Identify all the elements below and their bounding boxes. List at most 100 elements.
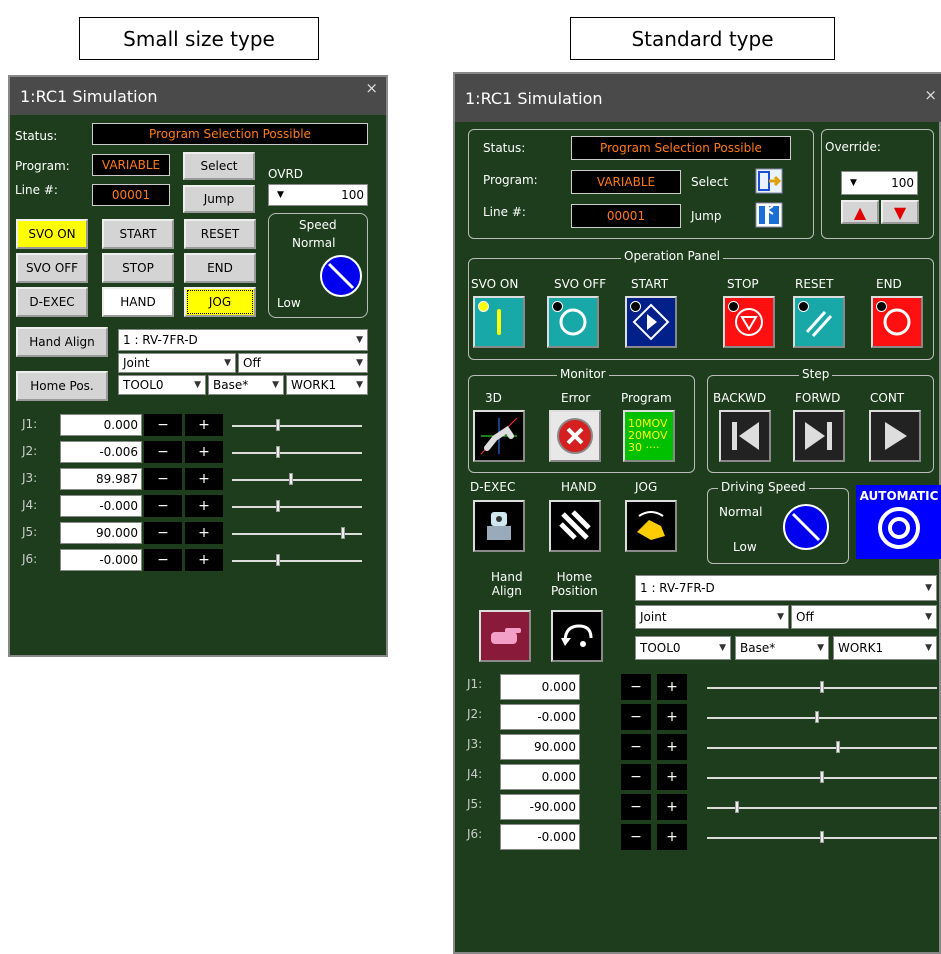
joint-minus-button[interactable]: −: [144, 495, 182, 517]
reset-button[interactable]: [793, 296, 845, 348]
error-monitor-button[interactable]: [549, 410, 601, 462]
joint-slider-track[interactable]: [232, 425, 362, 427]
joint-slider-thumb[interactable]: [275, 446, 280, 458]
svo-off-button[interactable]: SVO OFF: [16, 253, 88, 283]
joint-value[interactable]: -0.006: [60, 441, 142, 463]
joint-minus-button[interactable]: −: [144, 441, 182, 463]
jump-button[interactable]: Jump: [183, 185, 255, 213]
start-button[interactable]: [625, 296, 677, 348]
joint-minus-button[interactable]: −: [621, 824, 651, 850]
std-robot-select[interactable]: 1 : RV-7FR-D ▼: [635, 575, 937, 601]
close-icon[interactable]: ×: [365, 79, 378, 97]
std-off-select[interactable]: Off ▼: [791, 605, 937, 629]
speed-dial-icon[interactable]: [319, 254, 363, 298]
joint-slider-track[interactable]: [232, 506, 362, 508]
std-jog-mode-select[interactable]: Joint ▼: [635, 605, 789, 629]
end-button[interactable]: [871, 296, 923, 348]
stop-button[interactable]: STOP: [102, 253, 174, 283]
override-up-button[interactable]: ▲: [841, 200, 879, 224]
joint-plus-button[interactable]: +: [657, 794, 687, 820]
joint-slider-thumb[interactable]: [275, 419, 280, 431]
joint-minus-button[interactable]: −: [621, 794, 651, 820]
reset-button[interactable]: RESET: [184, 219, 256, 249]
end-button[interactable]: END: [184, 253, 256, 283]
hand-align-button[interactable]: [479, 610, 531, 662]
joint-slider-thumb[interactable]: [340, 527, 345, 539]
joint-plus-button[interactable]: +: [185, 495, 223, 517]
joint-value[interactable]: 89.987: [60, 468, 142, 490]
joint-plus-button[interactable]: +: [657, 824, 687, 850]
joint-minus-button[interactable]: −: [144, 549, 182, 571]
joint-value[interactable]: -0.000: [500, 824, 580, 850]
svo-on-button[interactable]: [473, 296, 525, 348]
std-work-select[interactable]: WORK1 ▼: [833, 636, 937, 660]
hand-align-button[interactable]: Hand Align: [16, 327, 108, 357]
joint-value[interactable]: 0.000: [500, 674, 580, 700]
joint-value[interactable]: 90.000: [500, 734, 580, 760]
svo-off-button[interactable]: [547, 296, 599, 348]
start-button[interactable]: START: [102, 219, 174, 249]
joint-minus-button[interactable]: −: [144, 468, 182, 490]
joint-value[interactable]: -0.000: [60, 549, 142, 571]
close-icon[interactable]: ×: [924, 86, 937, 104]
ovrd-input[interactable]: ▼ 100: [268, 184, 368, 206]
override-down-button[interactable]: ▼: [881, 200, 919, 224]
off-select[interactable]: Off ▼: [238, 353, 368, 373]
joint-plus-button[interactable]: +: [185, 522, 223, 544]
joint-value[interactable]: -0.000: [60, 495, 142, 517]
jump-line-icon[interactable]: [755, 202, 783, 228]
override-input[interactable]: ▼ 100: [841, 171, 918, 195]
select-button[interactable]: Select: [183, 152, 255, 180]
joint-slider-track[interactable]: [232, 560, 362, 562]
joint-slider-thumb[interactable]: [275, 554, 280, 566]
tool-select[interactable]: TOOL0 ▼: [118, 375, 206, 395]
joint-minus-button[interactable]: −: [621, 734, 651, 760]
joint-value[interactable]: -90.000: [500, 794, 580, 820]
continue-button[interactable]: [869, 410, 921, 462]
hand-button[interactable]: [549, 500, 601, 552]
joint-plus-button[interactable]: +: [657, 734, 687, 760]
joint-value[interactable]: -0.000: [500, 704, 580, 730]
joint-slider-track[interactable]: [707, 807, 937, 809]
joint-plus-button[interactable]: +: [185, 549, 223, 571]
joint-plus-button[interactable]: +: [657, 764, 687, 790]
base-select[interactable]: Base* ▼: [208, 375, 284, 395]
joint-value[interactable]: 0.000: [500, 764, 580, 790]
jog-button[interactable]: [625, 500, 677, 552]
joint-slider-thumb[interactable]: [734, 801, 739, 813]
joint-slider-thumb[interactable]: [836, 741, 841, 753]
hand-button[interactable]: HAND: [102, 287, 174, 317]
joint-minus-button[interactable]: −: [621, 674, 651, 700]
joint-plus-button[interactable]: +: [185, 441, 223, 463]
backward-button[interactable]: [719, 410, 771, 462]
joint-slider-thumb[interactable]: [815, 711, 820, 723]
robot-select[interactable]: 1 : RV-7FR-D ▼: [118, 329, 368, 351]
joint-slider-thumb[interactable]: [820, 771, 824, 783]
joint-slider-track[interactable]: [707, 717, 937, 719]
select-program-icon[interactable]: [755, 168, 783, 194]
svo-on-button[interactable]: SVO ON: [16, 219, 88, 249]
joint-slider-thumb[interactable]: [288, 473, 293, 485]
joint-plus-button[interactable]: +: [185, 414, 223, 436]
automatic-button[interactable]: AUTOMATIC: [856, 485, 941, 559]
std-base-select[interactable]: Base* ▼: [735, 636, 829, 660]
joint-minus-button[interactable]: −: [621, 704, 651, 730]
joint-slider-thumb[interactable]: [820, 831, 824, 843]
joint-value[interactable]: 90.000: [60, 522, 142, 544]
work-select[interactable]: WORK1 ▼: [286, 375, 368, 395]
program-monitor-button[interactable]: 10MOV 20MOV 30 ····: [623, 410, 675, 462]
3d-monitor-button[interactable]: [473, 410, 525, 462]
joint-slider-track[interactable]: [707, 747, 937, 749]
d-exec-button[interactable]: D-EXEC: [16, 287, 88, 317]
jog-button[interactable]: JOG: [184, 287, 256, 317]
home-position-button[interactable]: [551, 610, 603, 662]
std-tool-select[interactable]: TOOL0 ▼: [635, 636, 731, 660]
joint-value[interactable]: 0.000: [60, 414, 142, 436]
joint-minus-button[interactable]: −: [144, 414, 182, 436]
joint-plus-button[interactable]: +: [657, 704, 687, 730]
joint-minus-button[interactable]: −: [621, 764, 651, 790]
joint-slider-thumb[interactable]: [275, 500, 280, 512]
joint-minus-button[interactable]: −: [144, 522, 182, 544]
forward-button[interactable]: [793, 410, 845, 462]
home-pos-button[interactable]: Home Pos.: [16, 371, 108, 401]
